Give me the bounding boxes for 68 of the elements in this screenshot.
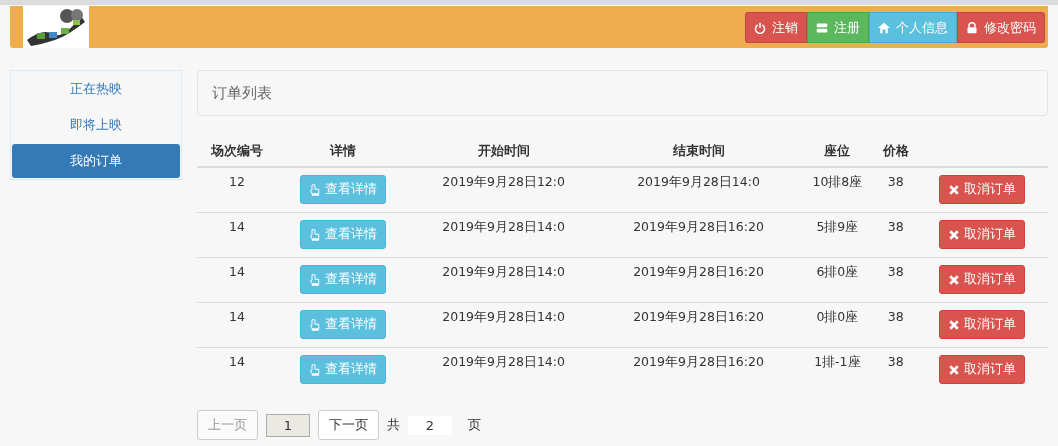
column-header: 详情: [276, 136, 410, 167]
header-button[interactable]: 修改密码: [957, 12, 1045, 43]
table-cell: 0排0座: [799, 302, 876, 348]
cancel-order-button[interactable]: 取消订单: [938, 265, 1025, 294]
column-header: 座位: [799, 136, 876, 167]
hand-pointer-icon: [309, 183, 322, 196]
cancel-order-button[interactable]: 取消订单: [938, 355, 1025, 384]
sidebar-item[interactable]: 即将上映: [12, 108, 180, 142]
table-cell: 2019年9月28日14:0: [409, 302, 598, 348]
cancel-order-button[interactable]: 取消订单: [938, 220, 1025, 249]
hand-pointer-icon: [309, 273, 322, 286]
header-button[interactable]: 注册: [807, 12, 869, 43]
details-button[interactable]: 查看详情: [300, 265, 387, 294]
list-icon: [816, 21, 828, 34]
page-number-field[interactable]: 1: [266, 413, 310, 437]
header-button[interactable]: 个人信息: [869, 12, 957, 43]
table-cell: 1排-1座: [799, 347, 876, 392]
table-cell: 6排0座: [799, 257, 876, 303]
table-cell: 2019年9月28日14:0: [598, 167, 800, 213]
panel-title: 订单列表: [212, 83, 272, 103]
cancel-order-button[interactable]: 取消订单: [938, 175, 1025, 204]
table-cell: 2019年9月28日14:0: [409, 257, 598, 303]
header-button[interactable]: 注销: [745, 12, 807, 43]
table-cell: 38: [875, 167, 916, 213]
hand-pointer-icon: [309, 318, 322, 331]
column-header: 开始时间: [409, 136, 598, 167]
table-cell: 14: [197, 212, 277, 258]
table-cell: 38: [875, 257, 916, 303]
table-cell: 14: [197, 302, 277, 348]
sidebar-item[interactable]: 我的订单: [12, 144, 180, 178]
column-header: 结束时间: [598, 136, 800, 167]
table-cell: 2019年9月28日14:0: [409, 347, 598, 392]
table-cell: 38: [875, 302, 916, 348]
total-label: 共: [387, 416, 400, 434]
hand-pointer-icon: [309, 363, 322, 376]
power-icon: [754, 21, 766, 34]
table-cell: 14: [197, 347, 277, 392]
table-cell: 10排8座: [799, 167, 876, 213]
pages-label: 页: [468, 416, 481, 434]
close-icon: [947, 183, 960, 196]
close-icon: [947, 363, 960, 376]
table-cell: 14: [197, 257, 277, 303]
details-button[interactable]: 查看详情: [300, 355, 387, 384]
table-cell: 2019年9月28日12:0: [409, 167, 598, 213]
table-cell: 12: [197, 167, 277, 213]
details-button[interactable]: 查看详情: [300, 220, 387, 249]
table-cell: 5排9座: [799, 212, 876, 258]
sidebar-item[interactable]: 正在热映: [12, 72, 180, 106]
details-button[interactable]: 查看详情: [300, 310, 387, 339]
home-icon: [878, 21, 890, 34]
table-cell: 2019年9月28日16:20: [598, 347, 800, 392]
hand-pointer-icon: [309, 228, 322, 241]
table-cell: 2019年9月28日16:20: [598, 302, 800, 348]
details-button[interactable]: 查看详情: [300, 175, 387, 204]
total-pages: 2: [408, 415, 452, 435]
cancel-order-button[interactable]: 取消订单: [938, 310, 1025, 339]
next-page-button[interactable]: 下一页: [318, 410, 379, 440]
lock-icon: [966, 21, 978, 34]
close-icon: [947, 273, 960, 286]
table-cell: 38: [875, 347, 916, 392]
close-icon: [947, 228, 960, 241]
column-header: 场次编号: [197, 136, 277, 167]
table-cell: 2019年9月28日16:20: [598, 257, 800, 303]
table-cell: 38: [875, 212, 916, 258]
column-header: 价格: [875, 136, 916, 167]
table-cell: 2019年9月28日16:20: [598, 212, 800, 258]
close-icon: [947, 318, 960, 331]
table-cell: 2019年9月28日14:0: [409, 212, 598, 258]
